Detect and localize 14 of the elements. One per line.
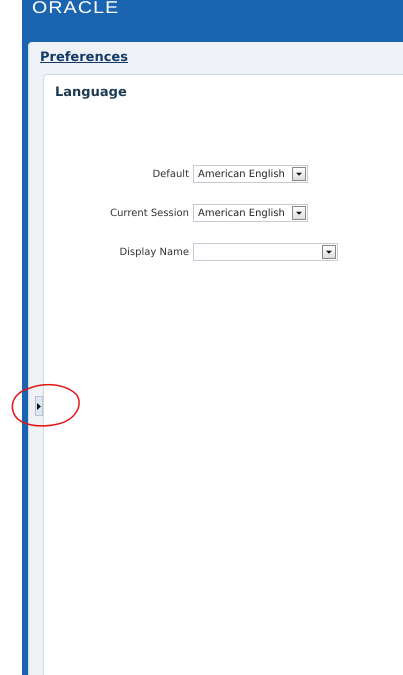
preferences-link[interactable]: Preferences (40, 50, 128, 65)
dropdown-field[interactable]: American English (193, 204, 308, 222)
caret-down-icon[interactable] (322, 245, 336, 259)
field-label: Current Session (109, 208, 189, 218)
caret-down-icon[interactable] (292, 206, 306, 220)
oracle-logo: ORACLE (32, 0, 120, 18)
field-label: Default (151, 168, 189, 180)
caret-down-icon[interactable] (292, 167, 306, 181)
dropdown-field[interactable]: American English (193, 165, 308, 183)
section-title: Language (55, 84, 128, 102)
field-label: Display Name (118, 246, 189, 258)
expand-handle[interactable] (35, 396, 43, 416)
dropdown-field[interactable] (193, 243, 338, 261)
triangle-right-icon (37, 402, 41, 410)
